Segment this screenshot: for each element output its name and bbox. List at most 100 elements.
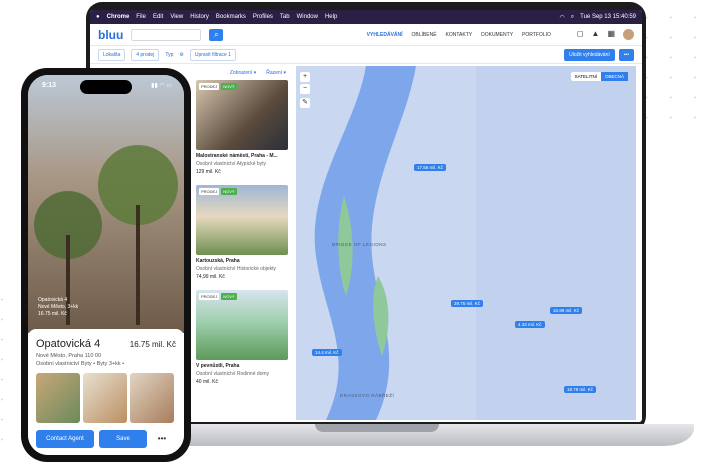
tag-new: NOVÝ	[221, 188, 237, 195]
menubar-app[interactable]: Chrome	[107, 14, 130, 20]
menu-help[interactable]: Help	[325, 14, 337, 20]
phone-actions: Contact Agent Save •••	[36, 430, 176, 448]
map-label-bridge: BRIDGE OF LEGIONS	[332, 242, 387, 247]
listing-subtitle: Osobní vlastnictví Historické objekty	[196, 266, 277, 272]
listing-price: 40 mil. Kč	[196, 379, 218, 385]
app-header: bluu ⌕ VYHLEDÁVÁNÍ OBLÍBENÉ KONTAKTY DOK…	[90, 24, 642, 46]
property-photo	[28, 75, 184, 333]
phone-screen: 9:13 ▮▮ ◠ ▭ Opatovická 4 Nové Město, 3+k…	[28, 75, 184, 455]
listing-photo: PRODEJ NOVÝ	[196, 185, 288, 255]
thumbnail[interactable]	[83, 373, 127, 423]
view-dropdown[interactable]: Zobrazení ▾	[230, 70, 256, 76]
property-price: 16.75 mil. Kč	[129, 340, 176, 349]
filter-type[interactable]: Typ	[165, 52, 173, 58]
tag-sale: PRODEJ	[199, 188, 220, 195]
map-type-toggle: SATELITNÍ OBECNÁ	[570, 72, 628, 81]
save-search-button[interactable]: Uložit vyhledávání	[564, 48, 615, 61]
avatar[interactable]	[623, 29, 634, 40]
tag-new: NOVÝ	[221, 83, 237, 90]
filter-sale[interactable]: 4 prodej	[131, 48, 160, 61]
listing-card[interactable]: PRODEJ NOVÝ V pevnůstli, Praha Osobní vla…	[196, 290, 288, 385]
listing-title: Kartouzská, Praha	[196, 258, 240, 264]
zoom-out-icon[interactable]: −	[300, 84, 310, 94]
menubar-status: ◠ ⌕ Tue Sep 13 15:40:59	[560, 14, 636, 21]
scene: • • • • • • • • • • • • • • • • • • • • …	[0, 0, 705, 466]
main-nav: VYHLEDÁVÁNÍ OBLÍBENÉ KONTAKTY DOKUMENTY …	[367, 32, 551, 38]
menu-edit[interactable]: Edit	[153, 14, 163, 20]
more-button[interactable]: •••	[152, 430, 172, 448]
listing-card[interactable]: PRODEJ NOVÝ Kartouzská, Praha Osobní vlas…	[196, 185, 288, 280]
filter-edit[interactable]: Upravit filtrace 1	[189, 48, 236, 61]
photo-overlay: Opatovická 4 Nové Město, 3+kk 16.75 mil.…	[38, 297, 78, 318]
app-logo[interactable]: bluu	[98, 28, 123, 42]
wifi-icon[interactable]: ◠	[560, 14, 565, 21]
map-price-pin[interactable]: 14.4 mil. Kč	[312, 349, 342, 356]
grid-icon[interactable]: ▦	[607, 29, 615, 40]
map[interactable]: SATELITNÍ OBECNÁ + − ✎ 17.55 mil. Kč 29.…	[296, 66, 636, 420]
menu-window[interactable]: Window	[297, 14, 318, 20]
tree-shape	[34, 145, 178, 325]
zoom-in-icon[interactable]: +	[300, 72, 310, 82]
menu-bookmarks[interactable]: Bookmarks	[216, 14, 246, 20]
bell-icon[interactable]: ▲	[592, 29, 600, 40]
bell-outline-icon[interactable]: ◻	[577, 29, 584, 40]
tag-sale: PRODEJ	[199, 293, 220, 300]
laptop-notch	[315, 424, 439, 432]
filter-actions: Uložit vyhledávání •••	[564, 48, 634, 61]
search-button[interactable]: ⌕	[209, 28, 224, 41]
listing-price: 129 mil. Kč	[196, 169, 221, 175]
property-sheet: Opatovická 4 16.75 mil. Kč Nové Město, P…	[28, 329, 184, 455]
search-icon[interactable]: ⌕	[571, 14, 574, 21]
menubar-time: Tue Sep 13 15:40:59	[580, 14, 636, 20]
menu-file[interactable]: File	[136, 14, 146, 20]
sort-dropdown[interactable]: Řazení ▾	[266, 70, 286, 76]
tag-new: NOVÝ	[221, 293, 237, 300]
listing-subtitle: Osobní vlastnictví Atypické byty	[196, 161, 267, 167]
listing-photo: PRODEJ NOVÝ	[196, 80, 288, 150]
nav-search[interactable]: VYHLEDÁVÁNÍ	[367, 32, 403, 38]
listing-card[interactable]: PRODEJ NOVÝ Malostranské náměstí, Praha -…	[196, 80, 288, 175]
overlay-title: Opatovická 4	[38, 297, 68, 303]
listing-column: Zobrazení ▾ Řazení ▾ PRODEJ NOVÝ Malostra…	[190, 66, 292, 412]
nav-documents[interactable]: DOKUMENTY	[481, 32, 513, 38]
phone-time: 9:13	[42, 82, 57, 89]
property-address: Nové Město, Praha 110 00	[36, 353, 102, 359]
map-price-pin[interactable]: 4.33 mil. Kč	[515, 321, 545, 328]
map-price-pin[interactable]: 29.75 mil. Kč	[451, 300, 484, 307]
menu-profiles[interactable]: Profiles	[253, 14, 273, 20]
draw-icon[interactable]: ✎	[300, 98, 310, 108]
property-type: Osobní vlastnictví Byty • Byty 3+kk •	[36, 361, 125, 367]
listing-price: 74,99 mil. Kč	[196, 274, 225, 280]
nav-contacts[interactable]: KONTAKTY	[446, 32, 473, 38]
tag-sale: PRODEJ	[199, 83, 220, 90]
listing-photo: PRODEJ NOVÝ	[196, 290, 288, 360]
apple-icon[interactable]: ●	[96, 14, 100, 20]
dynamic-island	[80, 80, 132, 94]
nav-portfolio[interactable]: PORTFOLIO	[522, 32, 551, 38]
thumbnail[interactable]	[36, 373, 80, 423]
contact-agent-button[interactable]: Contact Agent	[36, 430, 94, 448]
nav-favorites[interactable]: OBLÍBENÉ	[412, 32, 437, 38]
thumbnail[interactable]	[130, 373, 174, 423]
map-satellite[interactable]: SATELITNÍ	[571, 72, 601, 81]
listing-title: V pevnůstli, Praha	[196, 363, 240, 369]
map-price-pin[interactable]: 10.99 mil. Kč	[550, 307, 583, 314]
map-price-pin[interactable]: 17.55 mil. Kč	[414, 164, 447, 171]
map-general[interactable]: OBECNÁ	[600, 72, 628, 81]
listing-title: Malostranské náměstí, Praha - M...	[196, 153, 278, 159]
photo-thumbnails	[36, 373, 176, 423]
listing-subtitle: Osobní vlastnictví Rodinné domy	[196, 371, 270, 377]
header-icons: ◻ ▲ ▦	[577, 29, 634, 40]
filter-location[interactable]: Lokalita	[98, 48, 126, 61]
more-menu-button[interactable]: •••	[618, 48, 634, 61]
overlay-subtitle: Nové Město, 3+kk	[38, 304, 79, 310]
save-button[interactable]: Save	[99, 430, 147, 448]
filter-sliders-icon[interactable]: ⚙	[179, 52, 183, 58]
mac-menubar: ● Chrome File Edit View History Bookmark…	[90, 10, 642, 24]
menu-view[interactable]: View	[170, 14, 183, 20]
overlay-price: 16.75 mil. Kč	[38, 311, 67, 317]
search-input[interactable]	[131, 28, 202, 41]
menu-history[interactable]: History	[190, 14, 209, 20]
menu-tab[interactable]: Tab	[280, 14, 290, 20]
map-price-pin[interactable]: 19.79 mil. Kč	[564, 386, 597, 393]
